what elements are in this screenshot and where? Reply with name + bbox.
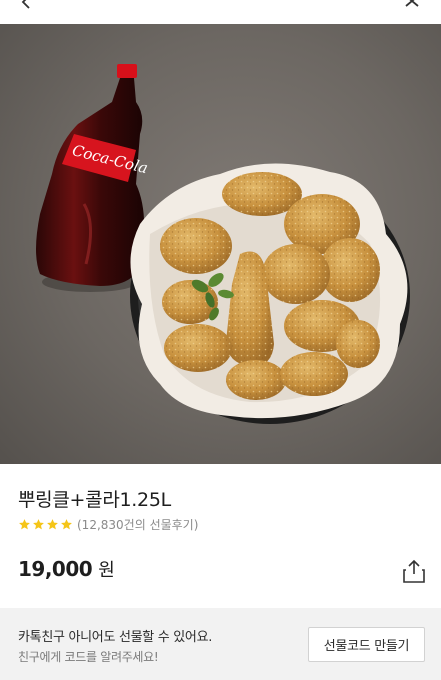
price-unit: 원 xyxy=(98,560,115,581)
create-gift-code-button[interactable]: 선물코드 만들기 xyxy=(308,627,425,662)
review-count[interactable]: (12,830건의 선물후기) xyxy=(77,516,198,533)
star-icon xyxy=(19,518,30,529)
rating-stars xyxy=(18,518,73,531)
chevron-left-icon[interactable] xyxy=(18,0,34,10)
share-icon[interactable] xyxy=(401,558,427,584)
top-navigation-bar xyxy=(0,0,441,24)
rating-row[interactable]: (12,830건의 선물후기) xyxy=(18,515,198,533)
gift-sub-text: 친구에게 코드를 알려주세요! xyxy=(18,650,159,664)
gift-code-panel: 카톡친구 아니어도 선물할 수 있어요. 친구에게 코드를 알려주세요! 선물코… xyxy=(0,608,441,680)
close-icon[interactable] xyxy=(403,0,423,10)
star-icon xyxy=(61,518,72,529)
product-image: Coca-Cola xyxy=(0,24,441,464)
price-value: 19,000 xyxy=(18,557,93,581)
star-icon xyxy=(47,518,58,529)
gift-main-text: 카톡친구 아니어도 선물할 수 있어요. xyxy=(18,630,213,645)
star-icon xyxy=(33,518,44,529)
price: 19,000 원 xyxy=(18,556,115,582)
product-title: 뿌링클+콜라1.25L xyxy=(18,489,171,511)
